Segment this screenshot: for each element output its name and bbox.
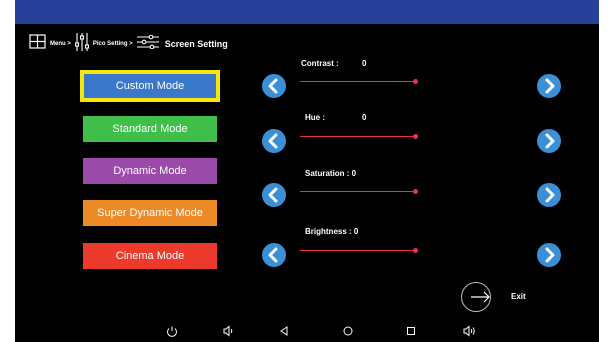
chevron-right-icon [545, 247, 555, 263]
dynamic-mode-button[interactable]: Dynamic Mode [83, 158, 217, 184]
sliders-icon [136, 34, 159, 54]
chevron-left-icon [268, 247, 278, 263]
chevron-right-icon [545, 187, 555, 203]
custom-mode-button[interactable]: Custom Mode [80, 70, 220, 102]
chevron-left-icon [268, 187, 278, 203]
contrast-slider-track[interactable] [300, 81, 415, 82]
hue-slider-knob[interactable] [413, 134, 418, 139]
hue-increase-button[interactable] [537, 129, 561, 153]
home-icon[interactable] [337, 320, 359, 342]
contrast-value: 0 [362, 59, 367, 68]
super-dynamic-mode-button[interactable]: Super Dynamic Mode [83, 200, 217, 226]
brightness-label: Brightness : 0 [305, 227, 359, 236]
exit-button[interactable] [461, 282, 491, 312]
standard-mode-button[interactable]: Standard Mode [83, 116, 217, 142]
power-icon[interactable] [161, 320, 183, 342]
recents-icon[interactable] [400, 320, 422, 342]
top-status-bar [15, 0, 599, 24]
saturation-decrease-button[interactable] [262, 183, 286, 207]
brightness-slider-track[interactable] [300, 250, 415, 251]
hue-value: 0 [362, 113, 367, 122]
contrast-increase-button[interactable] [537, 74, 561, 98]
screen-frame: Menu > Pico Setting > Screen Setting Cus… [15, 0, 599, 342]
hue-slider-track[interactable] [300, 136, 415, 137]
volume-down-icon[interactable] [217, 320, 239, 342]
saturation-slider-knob[interactable] [413, 189, 418, 194]
breadcrumb-screen-setting: Screen Setting [164, 39, 228, 49]
arrow-right-icon [471, 291, 490, 303]
breadcrumb-menu[interactable]: Menu > [50, 41, 71, 47]
chevron-right-icon [545, 78, 555, 94]
back-icon[interactable] [273, 320, 295, 342]
brightness-decrease-button[interactable] [262, 243, 286, 267]
grid-icon [29, 34, 46, 54]
hue-label: Hue : [305, 113, 325, 122]
contrast-label: Contrast : [301, 59, 339, 68]
saturation-slider-track[interactable] [300, 191, 415, 192]
chevron-right-icon [545, 133, 555, 149]
equalizer-icon [74, 32, 89, 57]
contrast-slider-knob[interactable] [413, 79, 418, 84]
chevron-left-icon [268, 133, 278, 149]
breadcrumb: Menu > Pico Setting > Screen Setting [29, 32, 228, 57]
exit-label[interactable]: Exit [511, 292, 526, 301]
brightness-increase-button[interactable] [537, 243, 561, 267]
hue-decrease-button[interactable] [262, 129, 286, 153]
chevron-left-icon [268, 78, 278, 94]
saturation-increase-button[interactable] [537, 183, 561, 207]
contrast-decrease-button[interactable] [262, 74, 286, 98]
brightness-slider-knob[interactable] [413, 248, 418, 253]
breadcrumb-pico-setting[interactable]: Pico Setting > [93, 41, 133, 47]
saturation-label: Saturation : 0 [305, 169, 357, 178]
cinema-mode-button[interactable]: Cinema Mode [83, 243, 217, 269]
volume-up-icon[interactable] [458, 320, 480, 342]
